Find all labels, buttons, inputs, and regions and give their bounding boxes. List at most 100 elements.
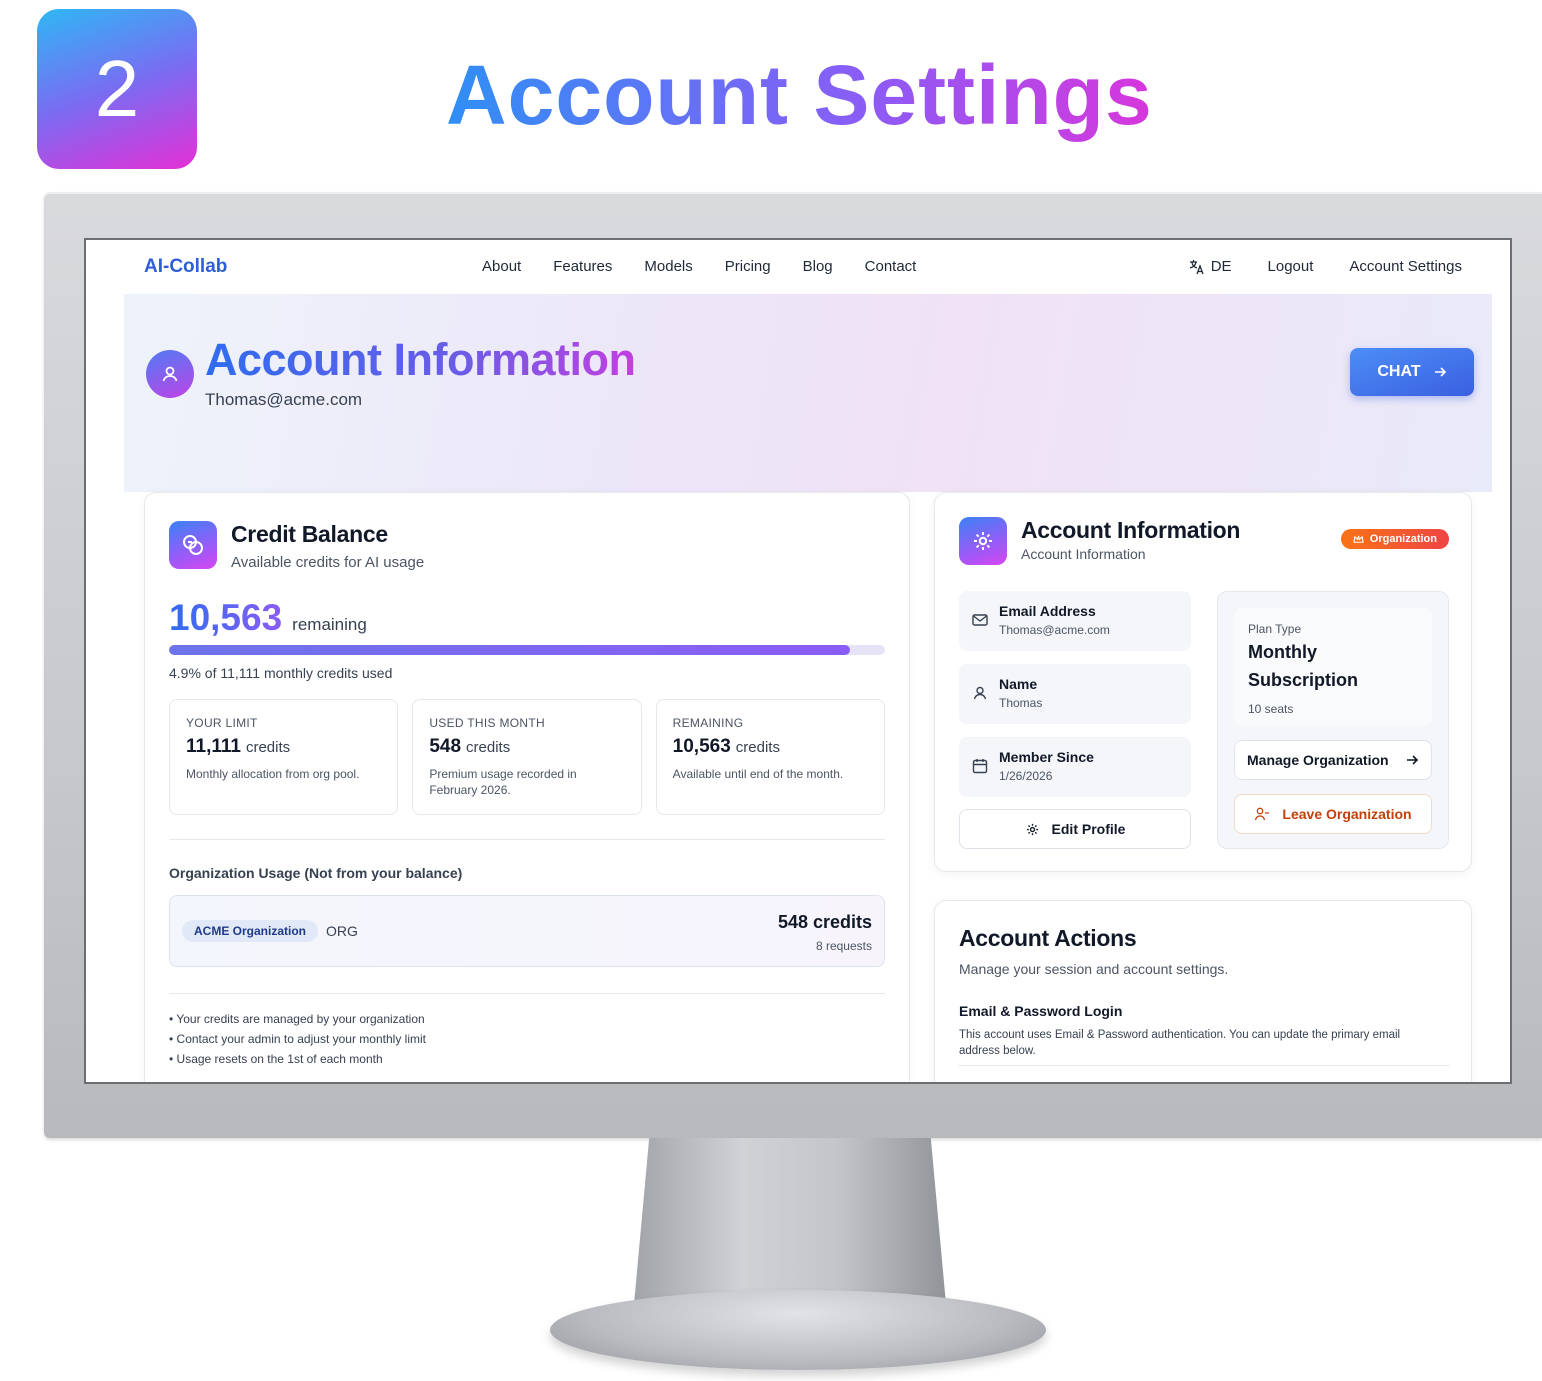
account-info-subtitle: Account Information bbox=[1021, 546, 1146, 562]
calendar-icon bbox=[972, 759, 988, 774]
credit-balance-subtitle: Available credits for AI usage bbox=[231, 554, 425, 571]
info-label: Name bbox=[999, 676, 1038, 692]
logo[interactable]: AI-Collab bbox=[144, 256, 227, 278]
stat-label: REMAINING bbox=[672, 716, 744, 730]
plan-panel: Plan Type Monthly Subscription 10 seats … bbox=[1217, 591, 1449, 849]
gear-icon bbox=[1026, 823, 1038, 835]
account-info-title: Account Information bbox=[1021, 517, 1241, 543]
chat-button-label: CHAT bbox=[1377, 363, 1421, 380]
plan-name: Monthly Subscription bbox=[1248, 642, 1359, 690]
org-usage-row: ACME Organization ORG 548 credits 8 requ… bbox=[169, 895, 885, 967]
language-label: DE bbox=[1210, 258, 1232, 275]
remaining-label: remaining bbox=[292, 615, 367, 634]
stat-label: USED THIS MONTH bbox=[429, 716, 545, 730]
hero-banner: Account Information Thomas@acme.com CHAT bbox=[124, 294, 1492, 492]
edit-profile-button[interactable]: Edit Profile bbox=[959, 809, 1191, 849]
stat-description: Premium usage recorded in February 2026. bbox=[429, 767, 577, 797]
remaining-value: 10,563 bbox=[169, 597, 283, 638]
stat-unit: credits bbox=[466, 739, 511, 756]
arrow-right-icon bbox=[1407, 755, 1419, 765]
leave-organization-label: Leave Organization bbox=[1282, 806, 1412, 822]
stat-value: 10,563 bbox=[672, 736, 731, 757]
edit-profile-label: Edit Profile bbox=[1051, 821, 1126, 837]
stat-remaining: REMAINING 10,563 credits Available until … bbox=[655, 699, 885, 815]
stat-description: Available until end of the month. bbox=[672, 767, 844, 781]
user-minus-icon bbox=[1255, 807, 1270, 821]
chat-button[interactable]: CHAT bbox=[1350, 348, 1474, 396]
top-nav: AI-Collab About Features Models Pricing … bbox=[86, 240, 1510, 294]
note-item: • Usage resets on the 1st of each month bbox=[169, 1052, 383, 1066]
page-title: Account Information bbox=[205, 334, 636, 385]
credit-progress-fill bbox=[169, 645, 850, 655]
nav-link-about[interactable]: About bbox=[482, 258, 521, 275]
stat-unit: credits bbox=[735, 739, 780, 756]
nav-link-pricing[interactable]: Pricing bbox=[725, 258, 771, 275]
stat-row: YOUR LIMIT 11,111 credits Monthly allocat… bbox=[169, 699, 885, 815]
gear-icon bbox=[959, 517, 1007, 565]
organization-badge: Organization bbox=[1340, 529, 1449, 549]
nav-link-features[interactable]: Features bbox=[553, 258, 612, 275]
divider bbox=[959, 1065, 1449, 1066]
user-icon bbox=[973, 686, 987, 700]
stat-unit: credits bbox=[245, 739, 291, 756]
account-settings-link[interactable]: Account Settings bbox=[1349, 258, 1462, 275]
leave-organization-button[interactable]: Leave Organization bbox=[1234, 794, 1432, 834]
login-method-description: This account uses Email & Password authe… bbox=[959, 1029, 1401, 1057]
logout-link[interactable]: Logout bbox=[1268, 258, 1314, 275]
monitor-foot bbox=[550, 1290, 1046, 1370]
credit-balance-header: Credit Balance Available credits for AI … bbox=[169, 521, 424, 571]
stat-description: Monthly allocation from org pool. bbox=[186, 767, 360, 781]
plan-seats: 10 seats bbox=[1248, 702, 1294, 716]
org-credits: 548 credits bbox=[777, 912, 872, 932]
nav-link-blog[interactable]: Blog bbox=[803, 258, 833, 275]
nav-link-contact[interactable]: Contact bbox=[865, 258, 917, 275]
nav-right: DE Logout Account Settings bbox=[1189, 258, 1462, 275]
name-item: Name Thomas bbox=[959, 664, 1191, 724]
divider bbox=[169, 839, 885, 840]
account-info-card: Account Information Account Information … bbox=[934, 492, 1472, 872]
credit-balance-card: Credit Balance Available credits for AI … bbox=[144, 492, 910, 1082]
info-value: Thomas bbox=[999, 696, 1043, 710]
info-label: Email Address bbox=[999, 603, 1096, 619]
nav-link-models[interactable]: Models bbox=[644, 258, 692, 275]
account-actions-subtitle: Manage your session and account settings… bbox=[959, 961, 1229, 977]
manage-organization-button[interactable]: Manage Organization bbox=[1234, 740, 1432, 780]
info-value: Thomas@acme.com bbox=[999, 623, 1110, 637]
info-label: Member Since bbox=[999, 749, 1094, 765]
credit-notes: • Your credits are managed by your organ… bbox=[169, 1009, 426, 1069]
avatar bbox=[146, 350, 194, 398]
monitor-screen: AI-Collab About Features Models Pricing … bbox=[84, 238, 1512, 1084]
account-actions-title: Account Actions bbox=[959, 925, 1137, 951]
account-info-header: Account Information Account Information bbox=[959, 517, 1240, 565]
coins-icon bbox=[169, 521, 217, 569]
plan-type-label: Plan Type bbox=[1248, 622, 1302, 636]
stat-your-limit: YOUR LIMIT 11,111 credits Monthly allocat… bbox=[169, 699, 399, 815]
email-address-item: Email Address Thomas@acme.com bbox=[959, 591, 1191, 651]
arrow-right-icon bbox=[1434, 367, 1446, 377]
stat-value: 548 bbox=[429, 736, 462, 757]
plan-type-box: Plan Type Monthly Subscription 10 seats bbox=[1234, 608, 1432, 726]
manage-organization-label: Manage Organization bbox=[1247, 752, 1389, 768]
member-since-item: Member Since 1/26/2026 bbox=[959, 737, 1191, 797]
org-tag: ORG bbox=[326, 923, 358, 939]
stat-label: YOUR LIMIT bbox=[186, 716, 258, 730]
note-item: • Contact your admin to adjust your mont… bbox=[169, 1032, 426, 1046]
org-requests: 8 requests bbox=[815, 939, 872, 953]
credit-progress-bar bbox=[169, 645, 885, 655]
language-switcher[interactable]: DE bbox=[1189, 258, 1232, 275]
slide: 2 Account Settings AI-Collab About Featu… bbox=[0, 0, 1542, 1381]
info-value: 1/26/2026 bbox=[999, 769, 1053, 783]
org-usage-title: Organization Usage (Not from your balanc… bbox=[169, 865, 463, 881]
step-badge: 2 bbox=[37, 9, 197, 169]
divider bbox=[169, 993, 885, 994]
nav-links: About Features Models Pricing Blog Conta… bbox=[482, 258, 948, 275]
translate-icon bbox=[1189, 259, 1204, 274]
organization-badge-label: Organization bbox=[1369, 533, 1437, 545]
crown-icon bbox=[1353, 535, 1364, 543]
user-email: Thomas@acme.com bbox=[205, 390, 363, 409]
usage-summary: 4.9% of 11,111 monthly credits used bbox=[169, 665, 393, 681]
user-icon bbox=[162, 366, 178, 382]
stat-used-this-month: USED THIS MONTH 548 credits Premium usage… bbox=[412, 699, 642, 815]
slide-title: Account Settings bbox=[446, 40, 1206, 150]
mail-icon bbox=[972, 614, 988, 626]
